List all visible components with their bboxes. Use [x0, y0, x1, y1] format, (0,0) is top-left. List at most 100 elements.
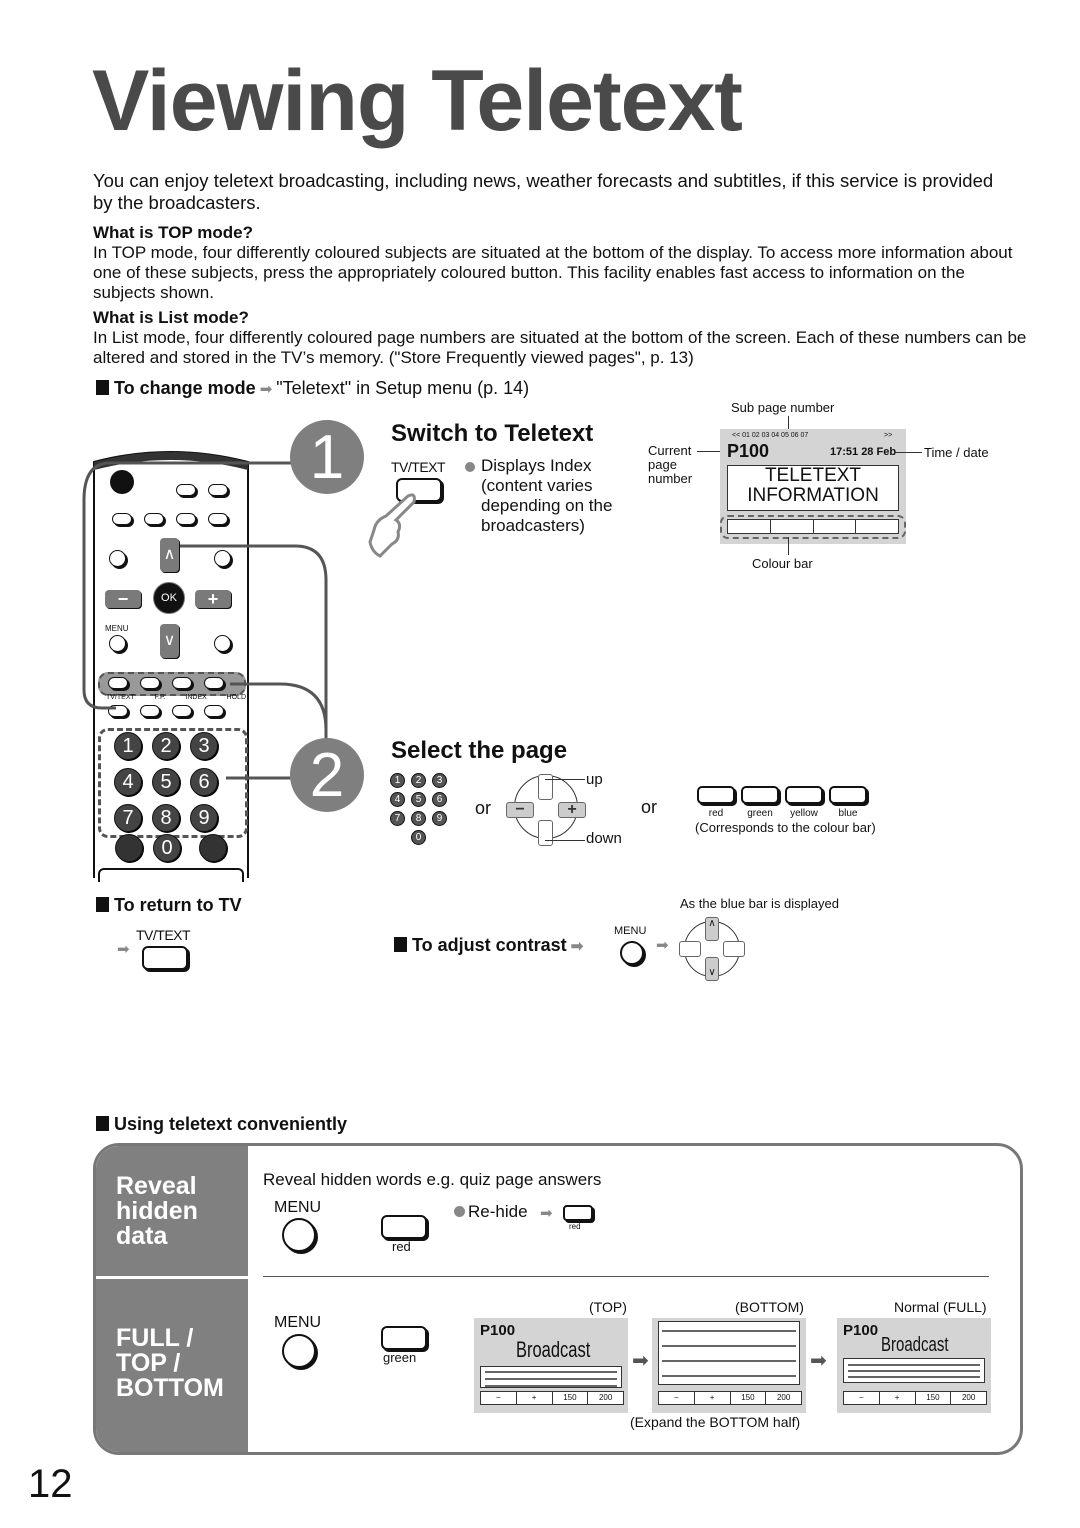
- side-line: Reveal: [116, 1172, 197, 1200]
- arrow-right-icon: ➡: [259, 381, 273, 398]
- screen-page: P100: [843, 1322, 879, 1339]
- number-key[interactable]: 5: [411, 792, 426, 807]
- convenient-panel: Reveal hidden data Reveal hidden words e…: [93, 1143, 1023, 1455]
- colour-bar: [727, 519, 899, 534]
- teletext-screen: << 01 02 03 04 05 06 07 >> P100 17:51 28…: [720, 429, 906, 544]
- menu-label: MENU: [614, 925, 647, 937]
- page-number: 12: [28, 1462, 73, 1506]
- return-tv-label: To return to TV: [114, 895, 242, 915]
- screen-lines: [480, 1366, 622, 1388]
- top-mode-text: In TOP mode, four differently coloured s…: [93, 243, 1013, 302]
- dpad-up[interactable]: [538, 774, 553, 800]
- menu-button[interactable]: [282, 1218, 316, 1252]
- arrow-right-icon: ➡: [117, 941, 130, 958]
- bar-cell: 150: [729, 1392, 766, 1404]
- bullet-icon: [96, 897, 109, 912]
- tvtext-button[interactable]: [142, 946, 188, 970]
- arrow-right-icon: ➡: [540, 1205, 553, 1222]
- reveal-side-label: Reveal hidden data: [96, 1146, 248, 1276]
- bullet-dot-icon: [465, 462, 475, 472]
- green-button[interactable]: [741, 786, 779, 804]
- change-mode-text: "Teletext" in Setup menu (p. 14): [276, 378, 530, 398]
- red-button[interactable]: [381, 1215, 427, 1239]
- yellow-button[interactable]: [785, 786, 823, 804]
- number-key[interactable]: 0: [411, 830, 426, 845]
- number-key[interactable]: 7: [390, 811, 405, 826]
- sub-page-label: Sub page number: [731, 400, 835, 415]
- screen-page: P100: [480, 1322, 516, 1339]
- bar-cell: −: [674, 1393, 679, 1402]
- contrast-up-button[interactable]: ∧: [705, 917, 719, 941]
- number-key[interactable]: 2: [411, 773, 426, 788]
- contrast-label: To adjust contrast: [412, 935, 567, 955]
- screen-colour-bar: − + 150 200: [843, 1391, 987, 1405]
- number-key[interactable]: 9: [432, 811, 447, 826]
- down-label: down: [586, 830, 622, 847]
- step-1-description: Displays Index (content varies depending…: [481, 456, 613, 535]
- number-key[interactable]: 8: [411, 811, 426, 826]
- screen-lines: [658, 1321, 800, 1385]
- number-key[interactable]: 3: [432, 773, 447, 788]
- dpad-left[interactable]: [679, 941, 701, 957]
- menu-label: MENU: [274, 1199, 322, 1216]
- bar-cell: 150: [914, 1392, 951, 1404]
- dpad-right[interactable]: [723, 941, 745, 957]
- step-1-badge: 1: [290, 420, 364, 494]
- contrast-down-button[interactable]: ∨: [705, 957, 719, 981]
- sub-pages: << 01 02 03 04 05 06 07: [732, 432, 809, 439]
- bar-cell: 200: [765, 1392, 801, 1404]
- green-button[interactable]: [381, 1326, 427, 1350]
- convenient-heading: Using teletext conveniently: [96, 1114, 347, 1135]
- colour-button-group: red: [697, 786, 735, 819]
- teletext-screen-full: P100 Broadcast − + 150 200: [837, 1318, 991, 1413]
- bullet-icon: [96, 380, 109, 395]
- screen-caption: (TOP): [589, 1299, 627, 1315]
- arrow-right-icon: ➡: [810, 1350, 827, 1372]
- screen-lines: [843, 1358, 985, 1383]
- bar-cell: +: [878, 1392, 915, 1404]
- screen-caption: Normal (FULL): [894, 1299, 987, 1315]
- number-key[interactable]: 4: [390, 792, 405, 807]
- rehide-label: Re-hide: [468, 1202, 528, 1221]
- intro-text: You can enjoy teletext broadcasting, inc…: [93, 170, 994, 213]
- side-line: FULL /: [116, 1324, 194, 1352]
- red-button[interactable]: [697, 786, 735, 804]
- full-side-label: FULL / TOP / BOTTOM: [96, 1279, 248, 1452]
- menu-button[interactable]: [620, 941, 644, 965]
- pointing-hand-icon: [368, 493, 416, 558]
- expand-note: (Expand the BOTTOM half): [630, 1414, 801, 1430]
- dpad-plus[interactable]: +: [558, 802, 586, 818]
- bullet-dot-icon: [454, 1206, 465, 1217]
- time-date: 17:51 28 Feb: [830, 446, 897, 458]
- colour-label: blue: [838, 808, 858, 819]
- leader-line: [788, 537, 789, 555]
- content-line: INFORMATION: [747, 485, 879, 506]
- colour-bar-label: Colour bar: [752, 556, 813, 571]
- blue-button[interactable]: [829, 786, 867, 804]
- dpad-minus[interactable]: −: [506, 802, 534, 818]
- step-2-badge: 2: [290, 738, 364, 812]
- leader-line: [545, 840, 585, 841]
- tvtext-label: TV/TEXT: [391, 459, 446, 475]
- number-key[interactable]: 1: [390, 773, 405, 788]
- side-line: TOP /: [116, 1349, 181, 1377]
- teletext-screen-bottom: − + 150 200: [652, 1318, 806, 1413]
- content-line: TELETEXT: [764, 465, 862, 486]
- contrast-note: As the blue bar is displayed: [680, 896, 839, 911]
- up-label: up: [586, 771, 603, 788]
- bar-cell: −: [496, 1393, 501, 1402]
- leader-line: [894, 452, 922, 453]
- dpad-down[interactable]: [538, 820, 553, 846]
- side-line: BOTTOM: [116, 1374, 224, 1402]
- change-mode-row: To change mode ➡ "Teletext" in Setup menu …: [96, 378, 529, 399]
- number-key[interactable]: 6: [432, 792, 447, 807]
- tvtext-label: TV/TEXT: [136, 927, 191, 943]
- bar-cell: +: [693, 1392, 730, 1404]
- red-button[interactable]: [563, 1205, 593, 1221]
- remote-lower-panel: [98, 868, 244, 882]
- menu-button[interactable]: [282, 1334, 316, 1368]
- screen-colour-bar: − + 150 200: [480, 1391, 624, 1405]
- colour-button-group: yellow: [785, 786, 823, 819]
- bullet-icon: [394, 937, 407, 952]
- sub-page-next: >>: [884, 432, 893, 439]
